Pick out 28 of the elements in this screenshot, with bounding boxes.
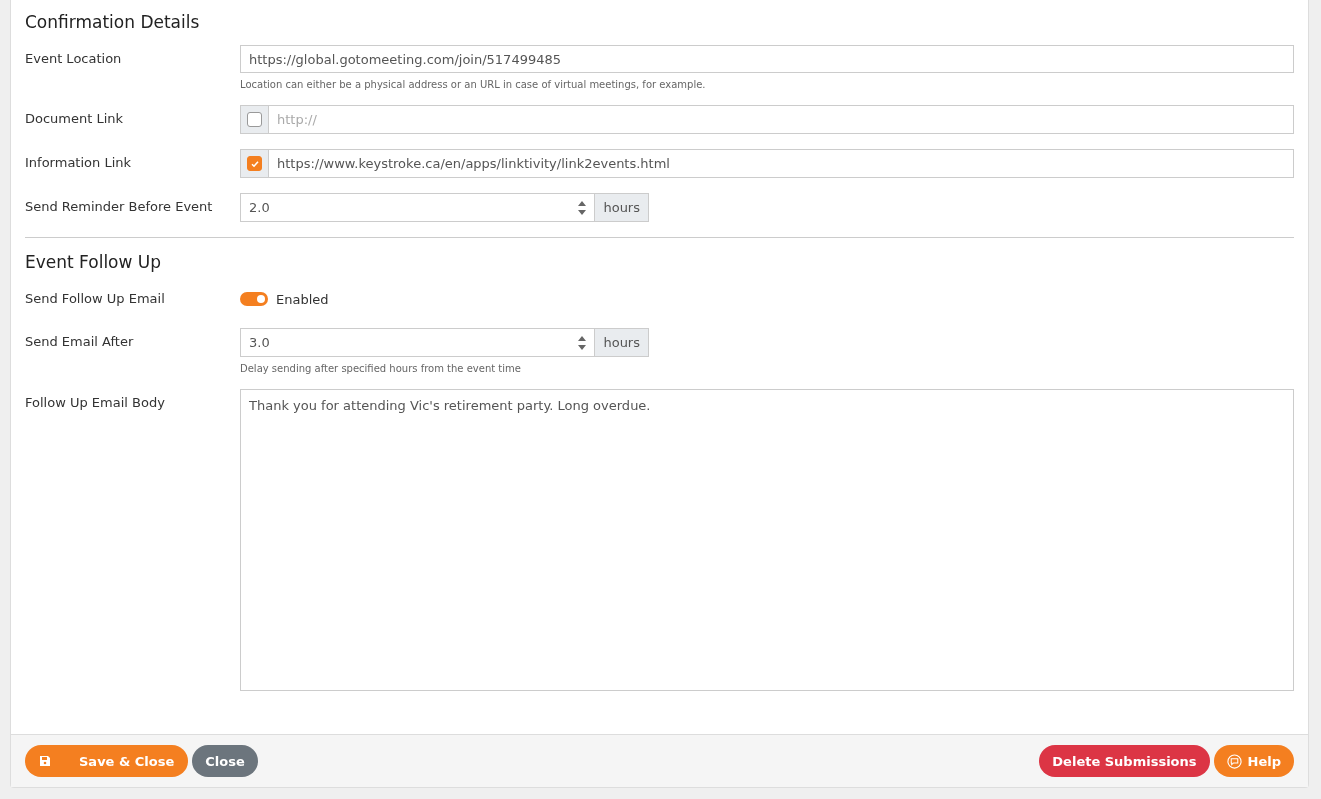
- toggle-switch[interactable]: [240, 292, 268, 306]
- toggle-label: Enabled: [276, 291, 329, 307]
- number-field[interactable]: 3.0: [240, 328, 596, 357]
- section-heading: Confirmation Details: [25, 12, 201, 32]
- chat-icon: [1226, 753, 1242, 769]
- close-button[interactable]: Close: [192, 745, 258, 777]
- field-label: Follow Up Email Body: [25, 394, 166, 412]
- field-label: Document Link: [25, 110, 125, 128]
- help-text: Location can either be a physical address or an URL in case of virtual meetings, for example.: [240, 79, 707, 90]
- text-field[interactable]: https://global.gotomeeting.com/join/517499485: [240, 45, 1294, 73]
- number-field[interactable]: 2.0: [240, 193, 596, 222]
- field-label: Send Email After: [25, 333, 135, 351]
- help-text: Delay sending after specified hours from the event time: [240, 363, 522, 374]
- delete-button[interactable]: Delete Submissions: [1039, 745, 1210, 777]
- save-icon: [39, 755, 51, 767]
- url-field[interactable]: http://: [268, 105, 1294, 134]
- field-label: Send Reminder Before Event: [25, 198, 214, 216]
- checkbox[interactable]: [247, 112, 262, 127]
- field-label: Event Location: [25, 50, 123, 68]
- email-body-field[interactable]: Thank you for attending Vic's retirement party. Long overdue.: [240, 389, 1294, 691]
- url-field[interactable]: https://www.keystroke.ca/en/apps/linktivity/link2events.html: [268, 149, 1294, 178]
- unit-label: hours: [595, 193, 649, 222]
- checkbox[interactable]: [247, 156, 262, 171]
- check-icon: [249, 158, 260, 169]
- field-label: Send Follow Up Email: [25, 290, 166, 308]
- field-label: Information Link: [25, 154, 132, 172]
- section-heading: Event Follow Up: [25, 252, 163, 272]
- unit-label: hours: [595, 328, 649, 357]
